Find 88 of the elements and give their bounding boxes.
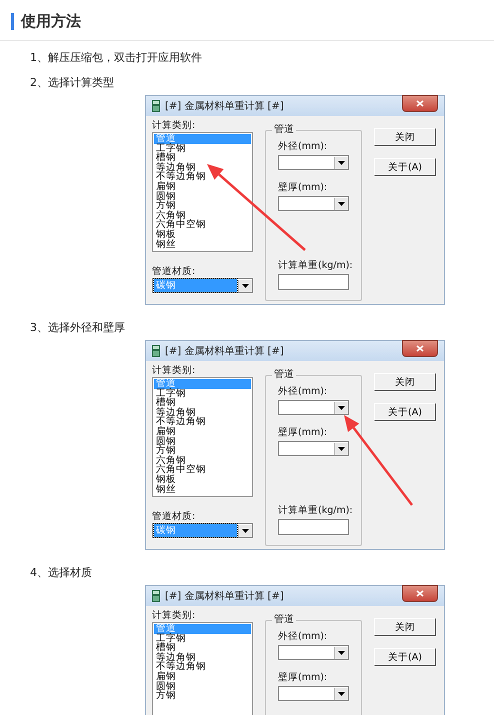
dialog-button[interactable]: 关于(A) <box>374 648 436 666</box>
field-label: 计算单重(kg/m): <box>278 505 353 517</box>
list-item[interactable]: 六角中空钢 <box>154 220 208 230</box>
close-button[interactable] <box>402 95 438 112</box>
calculator-icon <box>152 345 160 357</box>
list-item[interactable]: 方钢 <box>154 201 178 211</box>
list-item[interactable]: 槽钢 <box>154 643 178 653</box>
field-label: 计算类别: <box>152 610 196 622</box>
field-label: 壁厚(mm): <box>278 427 328 439</box>
thickness-dropdown[interactable] <box>278 441 349 456</box>
calculator-icon <box>152 100 160 112</box>
diameter-dropdown[interactable] <box>278 645 349 660</box>
dialog-button[interactable]: 关闭 <box>374 618 436 636</box>
list-item[interactable]: 不等边角钢 <box>154 417 208 427</box>
step-text: 2、选择计算类型 <box>30 76 114 90</box>
window-title: [#] 金属材料单重计算 [#] <box>165 100 285 113</box>
dropdown-arrow-icon <box>338 202 345 206</box>
field-label: 计算单重(kg/m): <box>278 260 353 272</box>
list-item[interactable]: 圆钢 <box>154 436 178 446</box>
thickness-dropdown[interactable] <box>278 196 349 211</box>
dropdown-arrow-icon <box>338 692 345 696</box>
field-label: 计算类别: <box>152 365 196 377</box>
dialog-button[interactable]: 关闭 <box>374 373 436 391</box>
result-field[interactable] <box>278 519 349 535</box>
field-label: 计算类别: <box>152 120 196 132</box>
list-item[interactable]: 方钢 <box>154 446 178 456</box>
category-list[interactable]: 管道 工字钢 槽钢 等边角钢 不等边角钢 扁钢 圆钢 方钢 六角钢 六角中空钢 钢板 钢丝 <box>152 132 253 252</box>
list-item[interactable]: 钢板 <box>154 230 178 240</box>
list-item[interactable]: 钢丝 <box>154 484 178 494</box>
calculator-icon <box>152 590 160 602</box>
thickness-dropdown[interactable] <box>278 686 349 701</box>
diameter-dropdown[interactable] <box>278 155 349 170</box>
list-item[interactable]: 六角中空钢 <box>154 465 208 475</box>
list-item[interactable]: 六角钢 <box>154 210 188 220</box>
list-item[interactable]: 不等边角钢 <box>154 662 208 672</box>
list-item[interactable]: 工字钢 <box>154 634 188 644</box>
field-label: 外径(mm): <box>278 631 328 643</box>
close-icon <box>416 590 424 597</box>
list-item[interactable]: 工字钢 <box>154 144 188 154</box>
close-button[interactable] <box>402 585 438 602</box>
field-label: 外径(mm): <box>278 386 328 398</box>
step-text: 3、选择外径和壁厚 <box>30 321 125 335</box>
result-field[interactable] <box>278 274 349 290</box>
dropdown-arrow-icon <box>242 284 249 288</box>
step-text: 1、解压压缩包，双击打开应用软件 <box>30 51 202 65</box>
list-item[interactable]: 等边角钢 <box>154 162 198 172</box>
category-list[interactable]: 管道 工字钢 槽钢 等边角钢 不等边角钢 扁钢 圆钢 方钢 <box>152 622 253 715</box>
close-button[interactable] <box>402 340 438 357</box>
list-item[interactable]: 方钢 <box>154 691 178 701</box>
group-title: 管道 <box>272 369 296 381</box>
dropdown-arrow-icon <box>338 446 345 450</box>
dropdown-arrow-icon <box>338 160 345 164</box>
list-item[interactable]: 不等边角钢 <box>154 172 208 182</box>
list-item[interactable]: 扁钢 <box>154 426 178 437</box>
field-label: 管道材质: <box>152 266 196 278</box>
section-heading: 使用方法 <box>21 12 81 31</box>
window-title: [#] 金属材料单重计算 [#] <box>165 590 285 603</box>
list-item[interactable]: 钢板 <box>154 474 178 485</box>
close-icon <box>416 345 424 352</box>
group-title: 管道 <box>272 124 296 136</box>
list-item[interactable]: 六角钢 <box>154 456 188 466</box>
dropdown-arrow-icon <box>338 650 345 654</box>
category-list[interactable]: 管道 工字钢 槽钢 等边角钢 不等边角钢 扁钢 圆钢 方钢 六角钢 六角中空钢 钢板 钢丝 <box>152 377 253 497</box>
group-title: 管道 <box>272 614 296 626</box>
window-title: [#] 金属材料单重计算 [#] <box>165 344 285 358</box>
list-item[interactable]: 槽钢 <box>154 398 178 408</box>
list-item[interactable]: 工字钢 <box>154 388 188 398</box>
list-item[interactable]: 钢丝 <box>154 240 178 250</box>
list-item[interactable]: 圆钢 <box>154 192 178 202</box>
dialog-button[interactable]: 关于(A) <box>374 403 436 421</box>
list-item[interactable]: 等边角钢 <box>154 408 198 418</box>
dialog-button[interactable]: 关于(A) <box>374 158 436 176</box>
field-label: 外径(mm): <box>278 141 328 153</box>
list-item[interactable]: 扁钢 <box>154 672 178 682</box>
dropdown-arrow-icon <box>242 528 249 532</box>
list-item[interactable]: 圆钢 <box>154 682 178 692</box>
list-item[interactable]: 槽钢 <box>154 153 178 163</box>
dialog-button[interactable]: 关闭 <box>374 128 436 146</box>
dropdown-arrow-icon <box>338 406 345 410</box>
close-icon <box>416 100 424 107</box>
step-text: 4、选择材质 <box>30 566 92 580</box>
diameter-dropdown[interactable] <box>278 400 349 415</box>
list-item[interactable]: 扁钢 <box>154 182 178 192</box>
heading-accent <box>11 13 14 30</box>
field-label: 壁厚(mm): <box>278 182 328 194</box>
list-item[interactable]: 等边角钢 <box>154 652 198 662</box>
field-label: 管道材质: <box>152 511 196 523</box>
field-label: 壁厚(mm): <box>278 672 328 684</box>
